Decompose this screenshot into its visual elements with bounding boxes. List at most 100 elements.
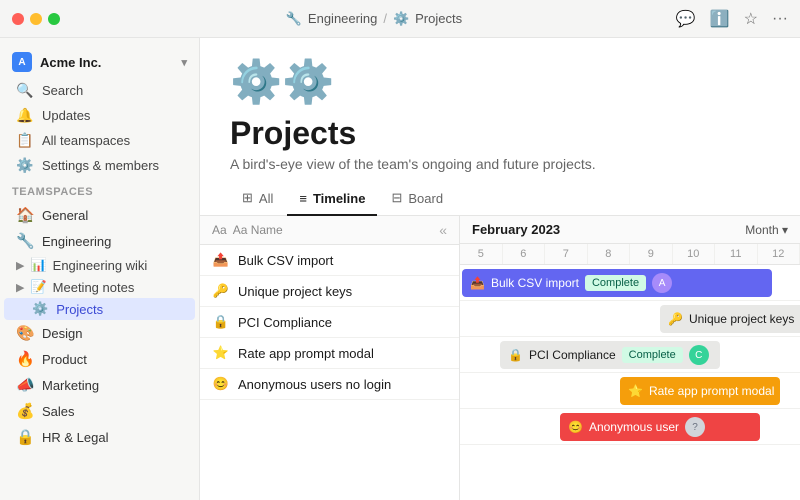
sidebar-item-engineering-wiki[interactable]: ▶ 📊 Engineering wiki (4, 254, 195, 276)
breadcrumb-projects[interactable]: Projects (415, 11, 462, 26)
row-bulk-csv[interactable]: 📤 Bulk CSV import (200, 245, 459, 276)
timeline-row-pci: 🔒 PCI Compliance Complete C (460, 337, 800, 373)
rate-app-name: Rate app prompt modal (238, 346, 374, 361)
expand-icon: ▶ (16, 259, 24, 272)
breadcrumb-engineering[interactable]: Engineering (308, 11, 377, 26)
rate-app-icon: ⭐ (212, 345, 230, 361)
engineering-icon: 🔧 (16, 232, 34, 250)
sidebar-item-settings[interactable]: ⚙️ Settings & members (4, 153, 195, 178)
sales-label: Sales (42, 404, 75, 419)
sidebar-item-meeting-notes[interactable]: ▶ 📝 Meeting notes (4, 276, 195, 298)
expand-icon-2: ▶ (16, 281, 24, 294)
row-pci[interactable]: 🔒 PCI Compliance (200, 307, 459, 338)
date-6: 6 (503, 244, 546, 264)
workspace-icon: A (12, 52, 32, 72)
sidebar-item-sales[interactable]: 💰 Sales (4, 398, 195, 424)
anon-users-name: Anonymous users no login (238, 377, 391, 392)
tab-all-label: All (259, 191, 273, 206)
sidebar-item-general[interactable]: 🏠 General (4, 202, 195, 228)
pci-avatar: C (689, 345, 709, 365)
date-12: 12 (758, 244, 800, 264)
database-container: Aa Aa Name « 📤 Bulk CSV import 🔑 Unique … (200, 216, 800, 500)
pci-name: PCI Compliance (238, 315, 332, 330)
date-10: 10 (673, 244, 716, 264)
sidebar-item-product[interactable]: 🔥 Product (4, 346, 195, 372)
bar-bulk-csv[interactable]: 📤 Bulk CSV import Complete A (462, 269, 772, 297)
date-9: 9 (630, 244, 673, 264)
timeline-row-anon-users: 😊 Anonymous user ? (460, 409, 800, 445)
rate-app-bar-icon: ⭐ (628, 384, 643, 398)
general-icon: 🏠 (16, 206, 34, 224)
row-unique-keys[interactable]: 🔑 Unique project keys (200, 276, 459, 307)
minimize-button[interactable] (30, 13, 42, 25)
sidebar-item-marketing[interactable]: 📣 Marketing (4, 372, 195, 398)
anon-users-icon: 😊 (212, 376, 230, 392)
search-icon: 🔍 (16, 82, 34, 99)
breadcrumb: 🔧 Engineering / ⚙️ Projects (72, 11, 676, 27)
workspace-switcher[interactable]: A Acme Inc. ▾ (0, 46, 199, 78)
row-rate-app[interactable]: ⭐ Rate app prompt modal (200, 338, 459, 369)
date-5: 5 (460, 244, 503, 264)
row-anon-users[interactable]: 😊 Anonymous users no login (200, 369, 459, 400)
main-content: ⚙️⚙️ Projects A bird's-eye view of the t… (200, 38, 800, 500)
wiki-icon: 📊 (30, 257, 46, 273)
board-tab-icon: ⊟ (391, 190, 402, 206)
breadcrumb-engineering-icon: 🔧 (286, 11, 302, 27)
general-label: General (42, 208, 88, 223)
tab-timeline[interactable]: ≡ Timeline (287, 183, 377, 216)
comment-icon[interactable]: 💬 (676, 9, 696, 29)
collapse-button[interactable]: « (439, 222, 447, 238)
date-11: 11 (715, 244, 758, 264)
window-controls (12, 13, 60, 25)
rate-app-bar-label: Rate app prompt modal (649, 384, 774, 398)
marketing-icon: 📣 (16, 376, 34, 394)
maximize-button[interactable] (48, 13, 60, 25)
bar-unique-keys[interactable]: 🔑 Unique project keys In flight B (660, 305, 800, 333)
col-header-text: Aa Aa Name (212, 223, 283, 237)
design-icon: 🎨 (16, 324, 34, 342)
sidebar-item-engineering[interactable]: 🔧 Engineering (4, 228, 195, 254)
timeline-row-bulk-csv: 📤 Bulk CSV import Complete A (460, 265, 800, 301)
tab-all[interactable]: ⊞ All (230, 182, 285, 216)
info-icon[interactable]: ℹ️ (710, 9, 730, 29)
titlebar: 🔧 Engineering / ⚙️ Projects 💬 ℹ️ ☆ ··· (0, 0, 800, 38)
product-label: Product (42, 352, 87, 367)
bar-pci[interactable]: 🔒 PCI Compliance Complete C (500, 341, 720, 369)
hr-label: HR & Legal (42, 430, 108, 445)
pci-status-badge: Complete (622, 347, 683, 363)
tab-board[interactable]: ⊟ Board (379, 182, 455, 216)
sales-icon: 💰 (16, 402, 34, 420)
bar-rate-app[interactable]: ⭐ Rate app prompt modal Compl... (620, 377, 780, 405)
sidebar-item-design[interactable]: 🎨 Design (4, 320, 195, 346)
sidebar-item-hr-legal[interactable]: 🔒 HR & Legal (4, 424, 195, 450)
anon-bar-icon: 😊 (568, 420, 583, 434)
engineering-wiki-label: Engineering wiki (53, 258, 148, 273)
meeting-notes-label: Meeting notes (53, 280, 135, 295)
bar-anon-users[interactable]: 😊 Anonymous user ? (560, 413, 760, 441)
breadcrumb-projects-icon: ⚙️ (393, 11, 409, 27)
sidebar-item-all-teamspaces[interactable]: 📋 All teamspaces (4, 128, 195, 153)
star-icon[interactable]: ☆ (744, 9, 758, 29)
sidebar-item-updates[interactable]: 🔔 Updates (4, 103, 195, 128)
timeline-row-unique-keys: 🔑 Unique project keys In flight B (460, 301, 800, 337)
bulk-csv-avatar: A (652, 273, 672, 293)
page-icon: ⚙️⚙️ (230, 58, 770, 107)
marketing-label: Marketing (42, 378, 99, 393)
sidebar-item-projects[interactable]: ⚙️ Projects (4, 298, 195, 320)
sidebar-updates-label: Updates (42, 108, 90, 123)
tab-board-label: Board (408, 191, 443, 206)
timeline-column: February 2023 Month ▾ 5 6 7 8 9 10 11 12 (460, 216, 800, 500)
sidebar-settings-label: Settings & members (42, 158, 159, 173)
month-view-selector[interactable]: Month ▾ (745, 223, 788, 237)
more-icon[interactable]: ··· (772, 10, 788, 28)
bulk-csv-name: Bulk CSV import (238, 253, 333, 268)
unique-keys-icon: 🔑 (212, 283, 230, 299)
bulk-csv-status-badge: Complete (585, 275, 646, 291)
hr-icon: 🔒 (16, 428, 34, 446)
pci-bar-icon: 🔒 (508, 348, 523, 362)
timeline-tab-icon: ≡ (299, 191, 307, 206)
close-button[interactable] (12, 13, 24, 25)
sidebar-item-search[interactable]: 🔍 Search (4, 78, 195, 103)
sidebar-all-teamspaces-label: All teamspaces (42, 133, 130, 148)
tab-timeline-label: Timeline (313, 191, 366, 206)
